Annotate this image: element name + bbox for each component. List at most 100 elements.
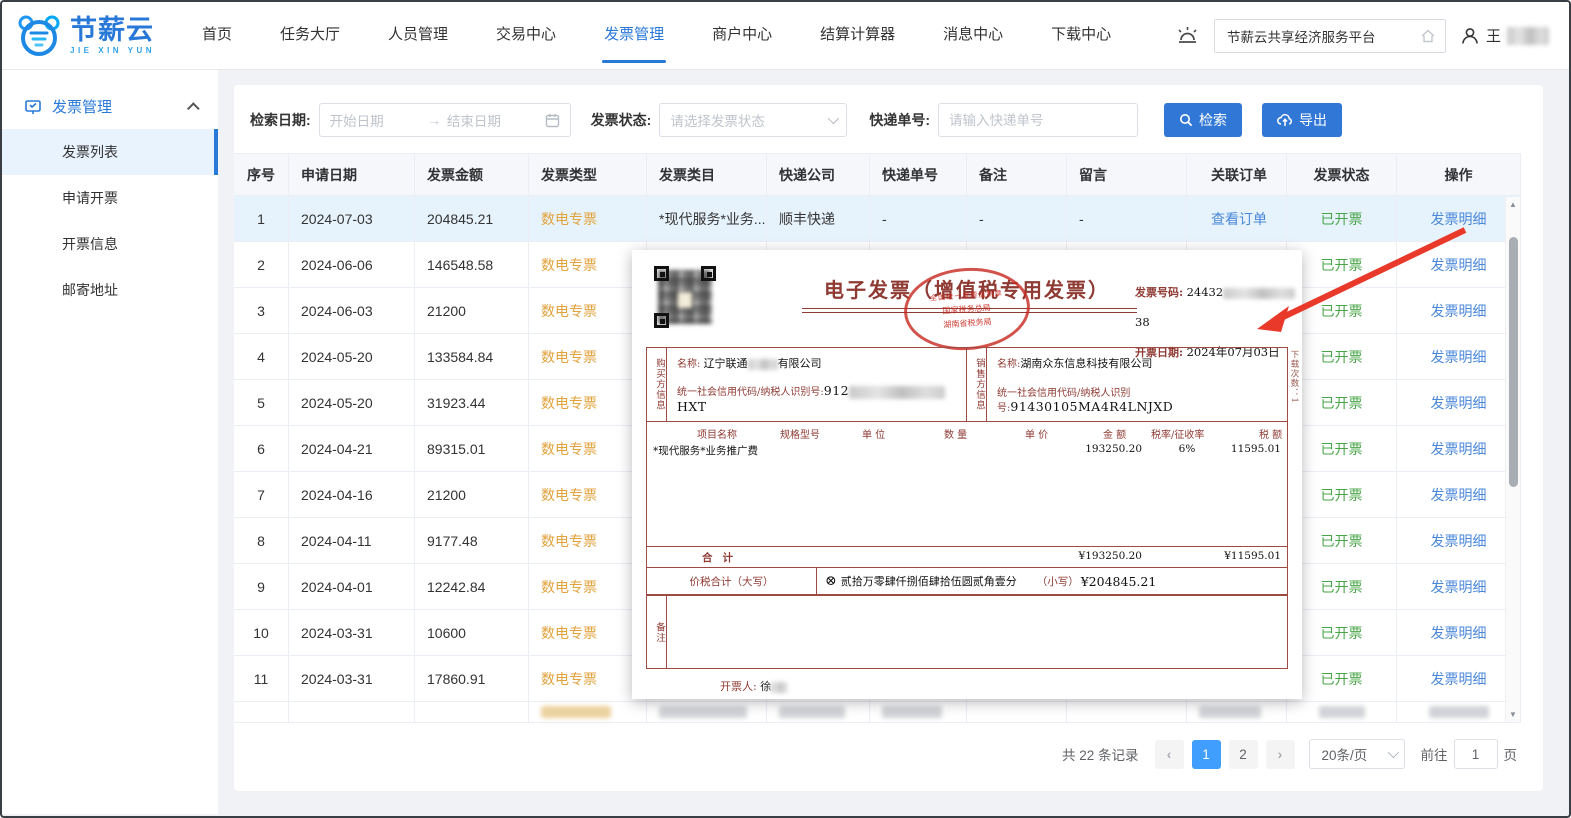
search-button[interactable]: 检索 — [1164, 103, 1243, 137]
table-scrollbar[interactable]: ▲ ▼ — [1505, 197, 1520, 722]
page-size-value: 20条/页 — [1321, 748, 1368, 763]
nav-personnel[interactable]: 人员管理 — [364, 2, 472, 70]
cell-no: 8 — [234, 518, 289, 563]
invoice-detail-link[interactable]: 发票明细 — [1397, 242, 1520, 287]
cell-amount: 12242.84 — [415, 564, 529, 609]
nav-settlement-calculator[interactable]: 结算计算器 — [796, 2, 919, 70]
col-header-category: 发票类目 — [647, 154, 767, 195]
user-menu[interactable]: 王 — [1460, 25, 1549, 46]
cell-no: 1 — [234, 196, 289, 241]
grand-total-words: 贰拾万零肆仟捌佰肆拾伍圆贰角壹分 — [840, 575, 1017, 588]
date-start-input[interactable]: 开始日期 — [330, 110, 422, 130]
goto-label: 前往 — [1420, 748, 1448, 763]
col-header-no: 序号 — [234, 154, 289, 195]
date-range-picker[interactable]: 开始日期 → 结束日期 — [318, 103, 571, 137]
invoice-detail-link[interactable]: 发票明细 — [1397, 426, 1520, 471]
invoice-detail-link[interactable]: 发票明细 — [1397, 610, 1520, 655]
app-window: 节薪云 JIE XIN YUN 首页 任务大厅 人员管理 交易中心 发票管理 商… — [0, 0, 1571, 818]
search-icon — [1180, 114, 1193, 127]
sidebar-item-mailing-address[interactable]: 邮寄地址 — [2, 267, 218, 313]
nav-message-center[interactable]: 消息中心 — [919, 2, 1027, 70]
nav-trade-center[interactable]: 交易中心 — [472, 2, 580, 70]
invoice-detail-link[interactable]: 发票明细 — [1397, 518, 1520, 563]
sidebar-item-apply-invoice[interactable]: 申请开票 — [2, 175, 218, 221]
platform-search-input[interactable] — [1226, 28, 1419, 43]
invoice-status-placeholder: 请选择发票状态 — [670, 114, 765, 129]
logo-icon — [18, 15, 60, 56]
invoice-status-select[interactable]: 请选择发票状态 — [659, 103, 848, 137]
cell-amount: 21200 — [415, 472, 529, 517]
grand-total-value: ¥204845.21 — [1080, 573, 1157, 589]
logo-title: 节薪云 — [70, 14, 154, 45]
cell-no: 2 — [234, 242, 289, 287]
invoice-detail-link[interactable]: 发票明细 — [1397, 564, 1520, 609]
scrollbar-thumb[interactable] — [1508, 237, 1518, 487]
nav-download-center[interactable]: 下载中心 — [1027, 2, 1135, 70]
tracking-number-input[interactable] — [938, 103, 1139, 137]
platform-search-box[interactable] — [1213, 18, 1446, 53]
invoice-detail-link[interactable]: 发票明细 — [1397, 334, 1520, 379]
invoice-items-section: 项目名称 规格型号 单 位 数 量 单 价 金 额 税率/征收率 税 额 *现代… — [646, 422, 1288, 547]
redacted-invoice-number — [1223, 287, 1296, 299]
page-button-1[interactable]: 1 — [1191, 739, 1221, 769]
status-badge: 已开票 — [1287, 656, 1397, 701]
cell-type: 数电专票 — [529, 564, 647, 609]
date-filter-label: 检索日期: — [250, 112, 311, 128]
prev-page-button[interactable]: ‹ — [1154, 739, 1184, 769]
invoice-detail-link[interactable]: 发票明细 — [1397, 288, 1520, 333]
status-badge: 已开票 — [1287, 472, 1397, 517]
blurred-text — [882, 706, 942, 718]
item-tax: 11595.01 — [1230, 443, 1281, 455]
blurred-text — [1199, 706, 1261, 718]
cell-apply-date: 2024-04-11 — [289, 518, 415, 563]
sidebar-item-invoice-list[interactable]: 发票列表 — [2, 129, 218, 175]
cell-amount: 10600 — [415, 610, 529, 655]
issuer-label: 开票人: — [720, 680, 757, 693]
invoice-detail-link[interactable]: 发票明细 — [1397, 656, 1520, 701]
next-page-button[interactable]: › — [1265, 739, 1295, 769]
invoice-remark-section: 备注 — [646, 595, 1288, 669]
home-icon[interactable] — [1419, 27, 1437, 45]
alarm-icon[interactable] — [1174, 23, 1200, 49]
cell-type: 数电专票 — [529, 656, 647, 701]
goto-page-input[interactable] — [1453, 739, 1498, 769]
blurred-text — [1318, 706, 1365, 718]
date-end-input[interactable]: 结束日期 — [447, 110, 539, 130]
col-header-action: 操作 — [1444, 166, 1473, 183]
view-order-link[interactable]: 查看订单 — [1187, 196, 1287, 241]
download-count: 下载次数：1 — [1289, 350, 1299, 404]
sidebar-item-invoice-info[interactable]: 开票信息 — [2, 221, 218, 267]
cell-no: 3 — [234, 288, 289, 333]
nav-merchant-center[interactable]: 商户中心 — [688, 2, 796, 70]
nav-invoice-management[interactable]: 发票管理 — [580, 2, 688, 70]
cell-amount: 204845.21 — [415, 196, 529, 241]
cell-type: 数电专票 — [529, 380, 647, 425]
item-name: *现代服务*业务推广费 — [653, 445, 758, 457]
page-button-2[interactable]: 2 — [1228, 739, 1258, 769]
total-label: 合计 — [702, 552, 743, 564]
buyer-side-label: 购买方信息 — [647, 348, 667, 421]
cloud-export-icon — [1277, 113, 1293, 126]
status-badge: 已开票 — [1287, 426, 1397, 471]
page-size-select[interactable]: 20条/页 — [1308, 739, 1405, 769]
nav-task-hall[interactable]: 任务大厅 — [256, 2, 364, 70]
invoice-detail-link[interactable]: 发票明细 — [1397, 380, 1520, 425]
cell-tracking: - — [870, 196, 967, 241]
sidebar-group-invoice-management[interactable]: 发票管理 — [2, 84, 218, 129]
invoice-detail-link[interactable]: 发票明细 — [1397, 196, 1520, 241]
logo[interactable]: 节薪云 JIE XIN YUN — [16, 15, 166, 57]
invoice-detail-link[interactable]: 发票明细 — [1397, 472, 1520, 517]
cell-no: 4 — [234, 334, 289, 379]
export-button[interactable]: 导出 — [1262, 103, 1343, 137]
scroll-up-arrow[interactable]: ▲ — [1506, 197, 1521, 212]
buyer-seller-section: 购买方信息 名称: 辽宁联通 有限公司 统一社会信用代码/纳税人识别号:912HX… — [646, 347, 1288, 422]
cell-apply-date: 2024-03-31 — [289, 610, 415, 655]
sidebar: 发票管理 发票列表 申请开票 开票信息 邮寄地址 — [2, 70, 218, 814]
cell-amount: 133584.84 — [415, 334, 529, 379]
crossed-circle-icon: ⊗ — [825, 573, 837, 589]
col-header-status: 发票状态 — [1287, 154, 1397, 195]
nav-home[interactable]: 首页 — [178, 2, 256, 70]
cell-amount: 9177.48 — [415, 518, 529, 563]
cell-apply-date: 2024-07-03 — [289, 196, 415, 241]
scroll-down-arrow[interactable]: ▼ — [1506, 707, 1521, 722]
